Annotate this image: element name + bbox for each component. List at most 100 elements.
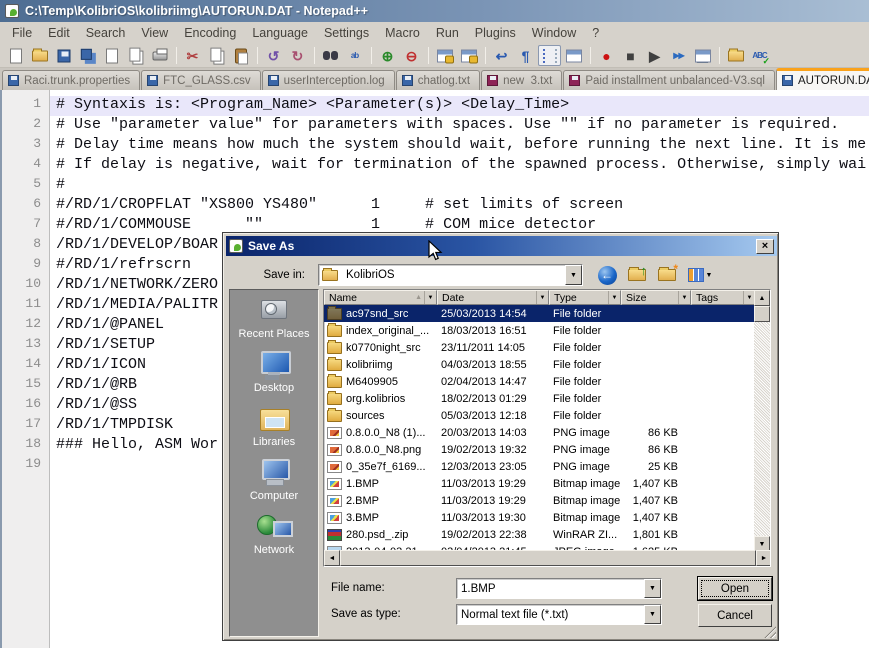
column-header-tags[interactable]: Tags▼ [691,290,756,305]
menu-search[interactable]: Search [78,24,134,42]
column-header-size[interactable]: Size▼ [621,290,691,305]
save-all-button[interactable] [76,45,99,66]
close-icon[interactable]: × [756,239,774,254]
column-header-type[interactable]: Type▼ [549,290,621,305]
indent-guide-button[interactable] [538,45,561,66]
tab-ftc-glass-csv[interactable]: FTC_GLASS.csv [141,70,261,90]
menu-file[interactable]: File [4,24,40,42]
column-filter-dropdown-icon[interactable]: ▼ [678,291,690,304]
sync-vertical-button[interactable] [433,45,456,66]
tab-new-3-txt[interactable]: new 3.txt [481,70,562,90]
chevron-down-icon[interactable]: ▼ [644,579,661,598]
menu-language[interactable]: Language [244,24,316,42]
macro-record-button[interactable]: ● [595,45,618,66]
menu-plugins[interactable]: Plugins [467,24,524,42]
chevron-down-icon[interactable]: ▼ [644,605,661,624]
window-titlebar[interactable]: C:\Temp\KolibriOS\kolibriimg\AUTORUN.DAT… [0,0,869,22]
macro-save-button[interactable]: ▤ [691,45,714,66]
new-star-icon: * [673,263,678,275]
file-row[interactable]: ac97snd_src25/03/2013 14:54File folder [324,305,756,322]
doc-monitor-button[interactable]: ◉ [724,45,747,66]
scroll-up-button[interactable]: ▲ [754,290,770,306]
views-menu-button[interactable]: ▼ [685,264,715,286]
column-header-name[interactable]: Name▲▼ [324,290,437,305]
replace-button[interactable]: ab [343,45,366,66]
file-row[interactable]: org.kolibrios18/02/2013 01:29File folder [324,390,756,407]
cut-button[interactable]: ✂ [181,45,204,66]
copy-button[interactable] [205,45,228,66]
menu-encoding[interactable]: Encoding [176,24,244,42]
open-file-button[interactable] [28,45,51,66]
menu-[interactable]: ? [584,24,607,42]
file-row[interactable]: sources05/03/2013 12:18File folder [324,407,756,424]
file-row[interactable]: 280.psd_.zip19/02/2013 22:38WinRAR ZI...… [324,526,756,543]
macro-run-multiple-button[interactable]: ▶▶ [667,45,690,66]
file-name: ac97snd_src [346,308,436,320]
chevron-down-icon[interactable]: ▼ [565,265,582,285]
place-desktop[interactable]: Desktop [230,350,318,394]
new-folder-button[interactable]: * [655,264,679,286]
find-button[interactable] [319,45,342,66]
spell-check-button[interactable]: ABC✓ [748,45,771,66]
file-row[interactable]: index_original_...18/03/2013 16:51File f… [324,322,756,339]
tab-userinterception-log[interactable]: userInterception.log [262,70,395,90]
zoom-out-button[interactable]: ⊖ [400,45,423,66]
scroll-left-button[interactable]: ◄ [324,550,340,566]
vertical-scrollbar[interactable]: ▲ ▼ [754,290,770,552]
undo-button[interactable]: ↺ [262,45,285,66]
paste-button[interactable] [229,45,252,66]
save-as-type-combobox[interactable]: Normal text file (*.txt) ▼ [456,604,662,625]
new-file-button[interactable]: + [4,45,27,66]
save-button[interactable] [52,45,75,66]
file-row[interactable]: 3.BMP11/03/2013 19:30Bitmap image1,407 K… [324,509,756,526]
redo-button[interactable]: ↻ [286,45,309,66]
macro-play-button[interactable]: ▶ [643,45,666,66]
column-filter-dropdown-icon[interactable]: ▼ [536,291,548,304]
vertical-scroll-thumb[interactable] [754,306,770,322]
sync-horizontal-button[interactable] [457,45,480,66]
column-filter-dropdown-icon[interactable]: ▼ [608,291,620,304]
place-libraries[interactable]: Libraries [230,404,318,448]
zoom-in-button[interactable]: ⊕ [376,45,399,66]
column-filter-dropdown-icon[interactable]: ▼ [424,291,436,304]
scroll-right-button[interactable]: ► [756,550,771,566]
file-row[interactable]: 0.8.0.0_N8 (1)...20/03/2013 14:03PNG ima… [324,424,756,441]
save-in-combobox[interactable]: KolibriOS ▼ [318,264,583,286]
file-row[interactable]: 2.BMP11/03/2013 19:29Bitmap image1,407 K… [324,492,756,509]
tab-chatlog-txt[interactable]: chatlog.txt [396,70,480,90]
file-row[interactable]: k0770night_src23/11/2011 14:05File folde… [324,339,756,356]
print-button[interactable] [148,45,171,66]
close-button[interactable]: − [100,45,123,66]
file-row[interactable]: 1.BMP11/03/2013 19:29Bitmap image1,407 K… [324,475,756,492]
menu-window[interactable]: Window [524,24,584,42]
back-button[interactable]: ← [595,264,619,286]
file-row[interactable]: M640990502/04/2013 14:47File folder [324,373,756,390]
horizontal-scrollbar[interactable]: ◄ ► [324,550,771,566]
column-header-date[interactable]: Date▼ [437,290,549,305]
file-name-combobox[interactable]: 1.BMP ▼ [456,578,662,599]
menu-view[interactable]: View [133,24,176,42]
show-all-chars-button[interactable]: ¶ [514,45,537,66]
open-button[interactable]: Open [698,577,772,600]
dialog-titlebar[interactable]: Save As × [226,236,777,256]
menu-settings[interactable]: Settings [316,24,377,42]
file-row[interactable]: kolibriimg04/03/2013 18:55File folder [324,356,756,373]
place-recent[interactable]: Recent Places [230,296,318,340]
horizontal-scroll-thumb[interactable] [340,550,756,566]
menu-run[interactable]: Run [428,24,467,42]
place-network[interactable]: Network [230,512,318,556]
file-row[interactable]: 0.8.0.0_N8.png19/02/2013 19:32PNG image8… [324,441,756,458]
menu-macro[interactable]: Macro [377,24,428,42]
tab-autorun-dat[interactable]: AUTORUN.DAT [776,68,869,90]
close-all-button[interactable]: − [124,45,147,66]
tab-paid-installment-unbalanced-v3-sql[interactable]: Paid installment unbalanced-V3.sql [563,70,775,90]
place-computer[interactable]: Computer [230,458,318,502]
cancel-button[interactable]: Cancel [698,604,772,627]
function-completion-button[interactable]: ϟ [562,45,585,66]
macro-stop-button[interactable]: ■ [619,45,642,66]
up-one-level-button[interactable]: ↑ [625,264,649,286]
tab-raci-trunk-properties[interactable]: Raci.trunk.properties [2,70,140,90]
word-wrap-button[interactable]: ↩ [490,45,513,66]
file-row[interactable]: 0_35e7f_6169...12/03/2013 23:05PNG image… [324,458,756,475]
menu-edit[interactable]: Edit [40,24,78,42]
